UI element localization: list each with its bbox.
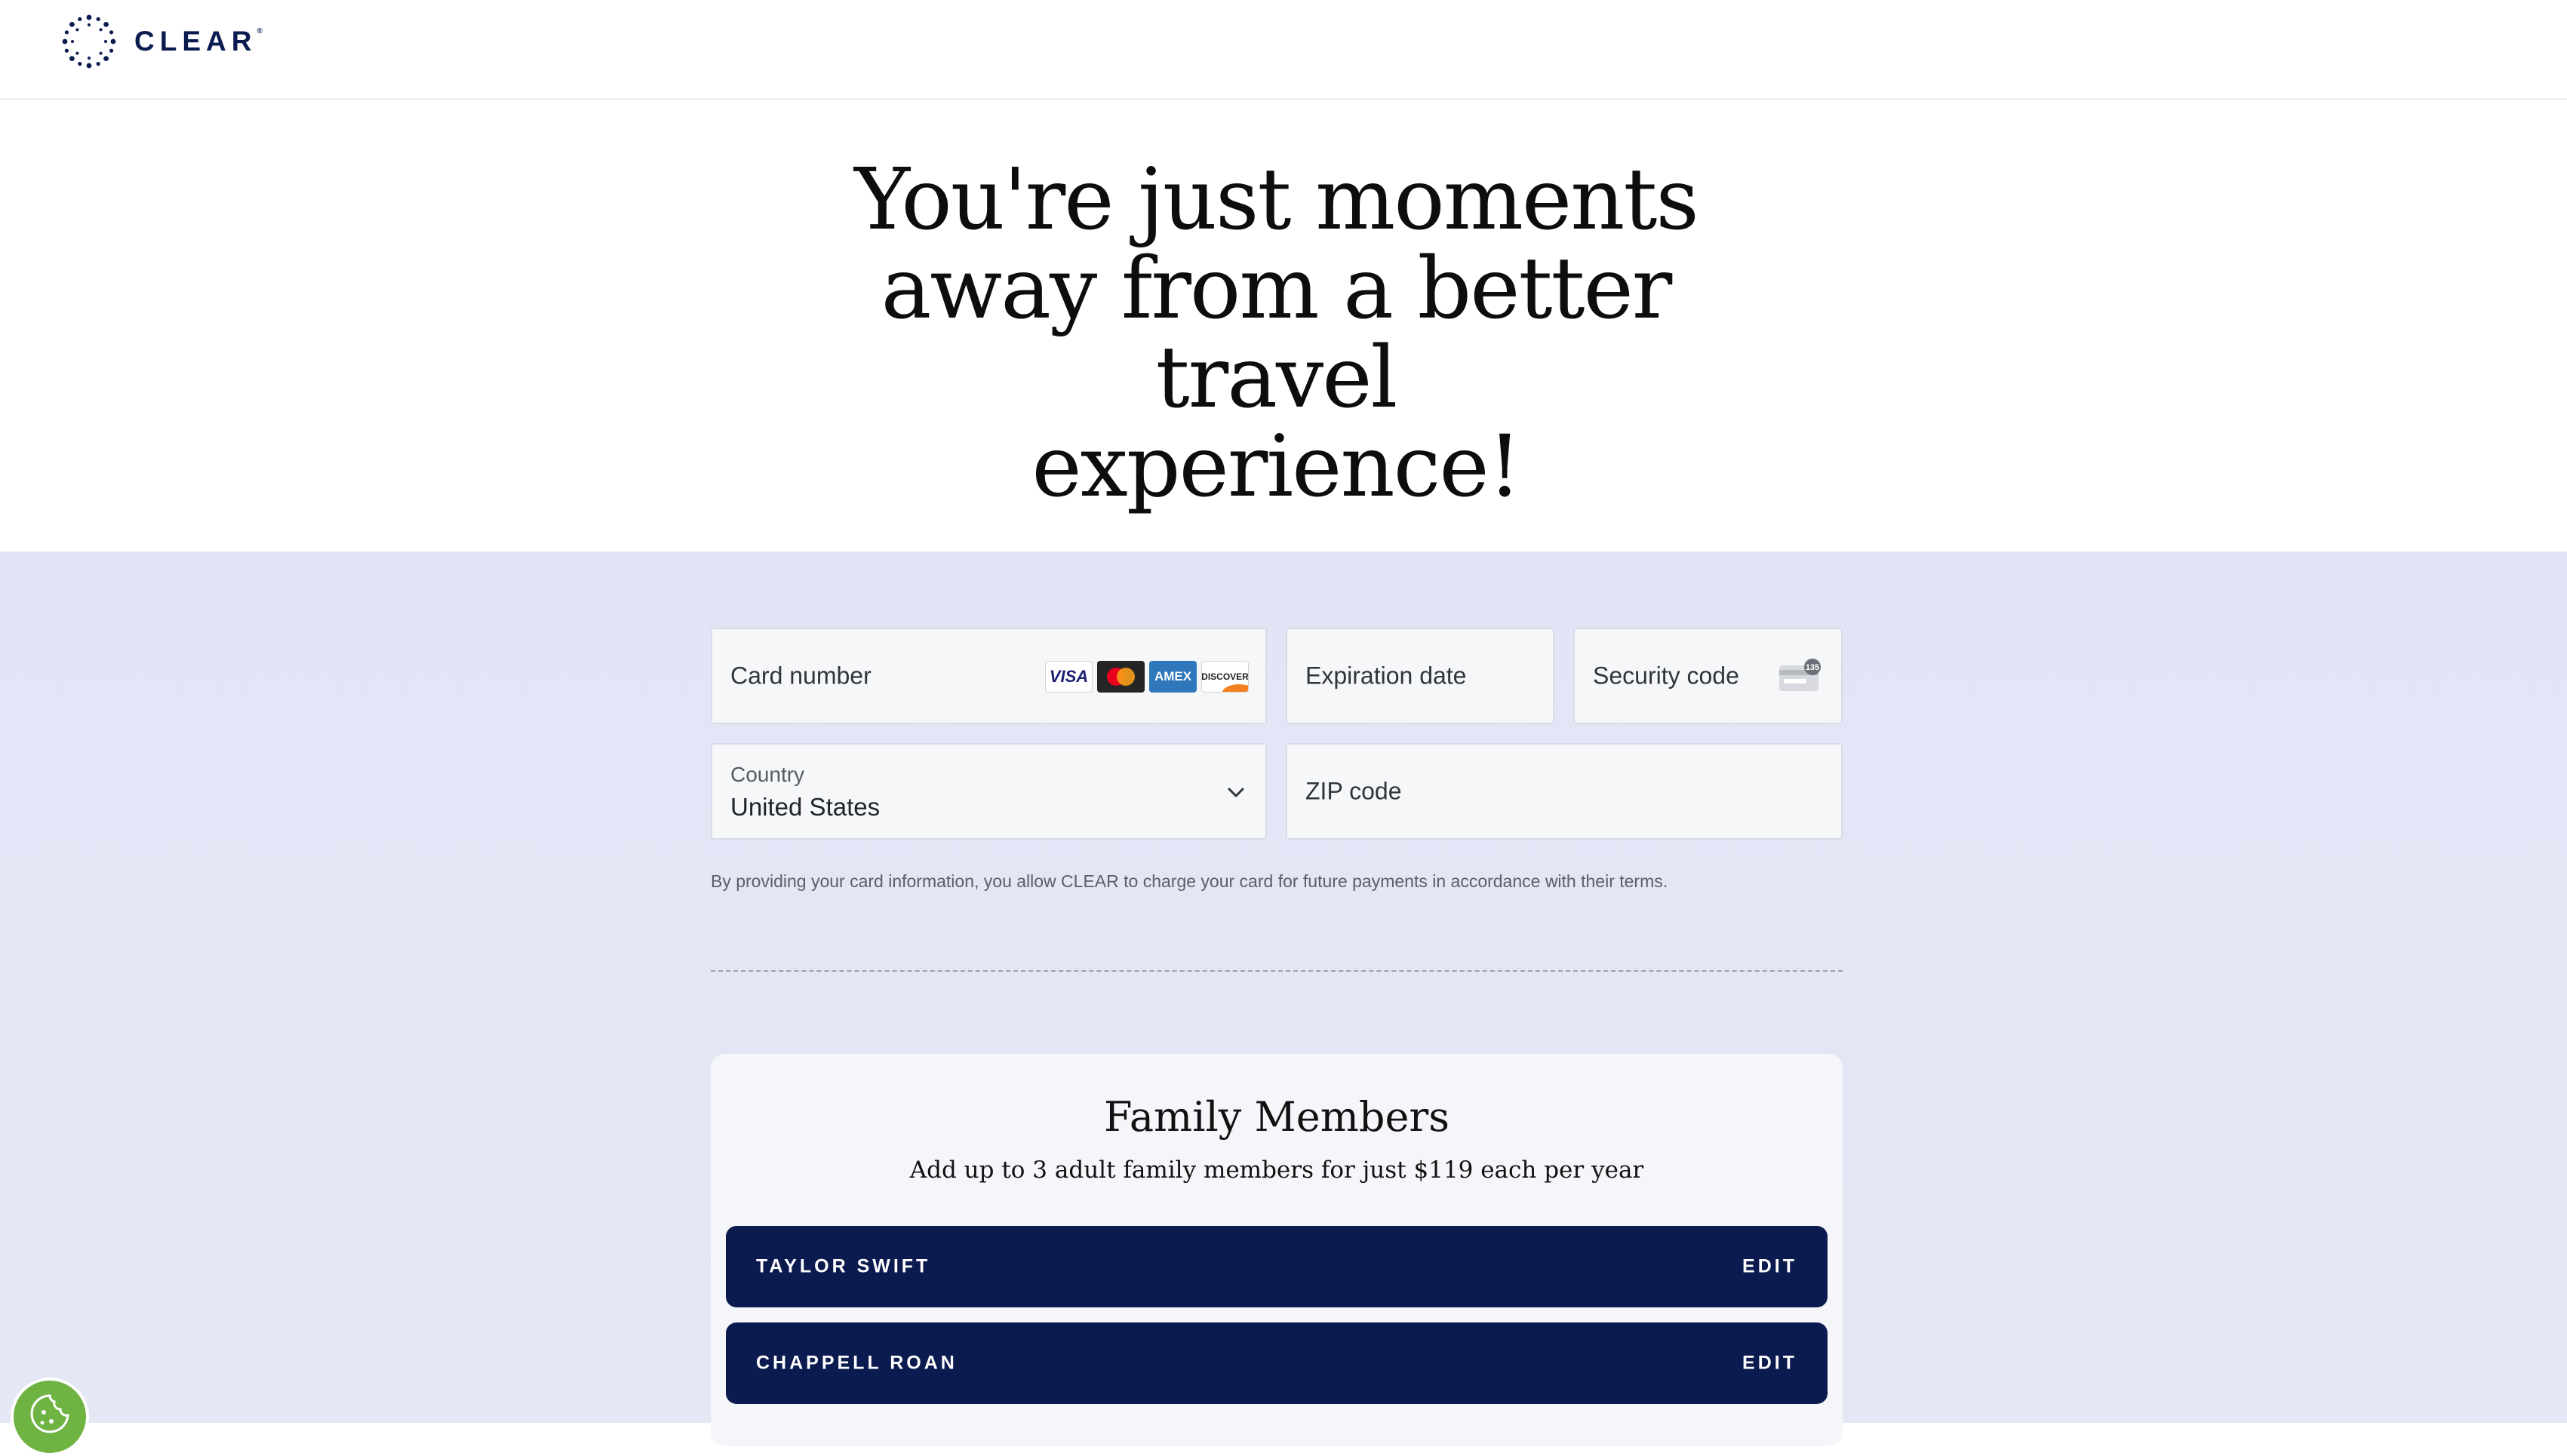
card-terms-text: By providing your card information, you …: [711, 871, 1668, 891]
zip-placeholder: ZIP code: [1305, 777, 1402, 805]
cookie-settings-button[interactable]: [11, 1378, 89, 1456]
clear-logo[interactable]: CLEAR®: [62, 14, 263, 69]
mastercard-icon: [1097, 661, 1145, 693]
hero-section: You're just moments away from a better t…: [0, 101, 2567, 551]
clear-dots-icon: [62, 14, 116, 69]
family-member-row[interactable]: CHAPPELL ROAN EDIT: [726, 1322, 1828, 1404]
credit-card-back-icon: 135: [1779, 659, 1821, 691]
card-number-field[interactable]: Card number VISA AMEX DISCOVER: [711, 628, 1267, 724]
section-divider: [711, 970, 1843, 972]
cookie-icon: [30, 1394, 69, 1433]
country-value: United States: [730, 793, 881, 821]
site-header: CLEAR®: [0, 0, 2567, 100]
family-members-card: Family Members Add up to 3 adult family …: [711, 1054, 1843, 1446]
expiration-placeholder: Expiration date: [1305, 662, 1467, 690]
amex-icon: AMEX: [1149, 661, 1197, 693]
brand-name: CLEAR®: [134, 26, 263, 57]
card-number-placeholder: Card number: [730, 662, 872, 690]
country-label: Country: [730, 763, 805, 786]
zip-code-field[interactable]: ZIP code: [1286, 743, 1843, 840]
family-title: Family Members: [1104, 1093, 1450, 1141]
hero-heading: You're just moments away from a better t…: [854, 151, 1699, 516]
expiration-date-field[interactable]: Expiration date: [1286, 628, 1554, 724]
card-brand-icons: VISA AMEX DISCOVER: [1045, 661, 1249, 693]
member-name: CHAPPELL ROAN: [756, 1352, 958, 1374]
cvc-hint: 135: [1806, 663, 1819, 672]
security-code-placeholder: Security code: [1593, 662, 1739, 690]
family-subtitle: Add up to 3 adult family members for jus…: [909, 1157, 1644, 1184]
edit-member-button[interactable]: EDIT: [1742, 1353, 1797, 1375]
discover-icon: DISCOVER: [1201, 661, 1249, 693]
visa-icon: VISA: [1045, 661, 1093, 693]
member-name: TAYLOR SWIFT: [756, 1255, 931, 1277]
country-select[interactable]: Country United States: [711, 743, 1267, 840]
security-code-field[interactable]: Security code 135: [1573, 628, 1843, 724]
chevron-down-icon: [1228, 788, 1244, 797]
family-member-row[interactable]: TAYLOR SWIFT EDIT: [726, 1226, 1828, 1307]
edit-member-button[interactable]: EDIT: [1742, 1256, 1797, 1278]
